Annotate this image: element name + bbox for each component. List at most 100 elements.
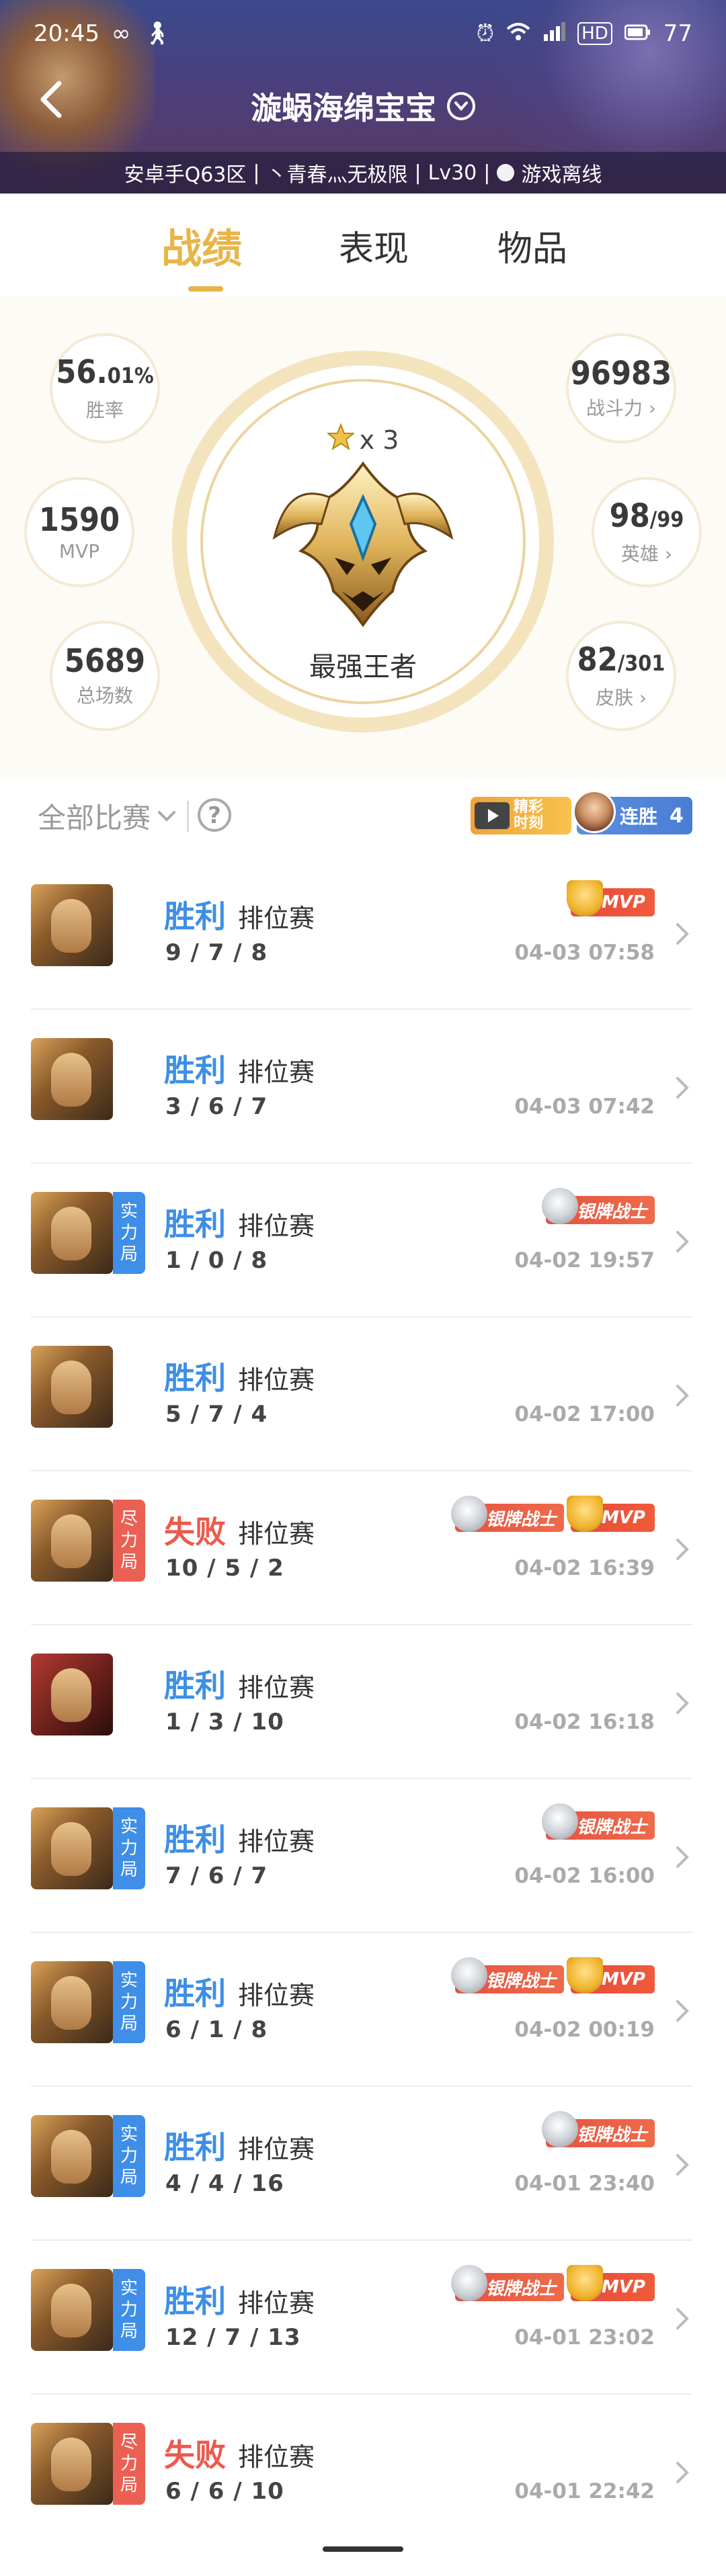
account-switcher[interactable]: 漩蜗海绵宝宝: [0, 79, 726, 133]
match-mode: 排位赛: [238, 2135, 315, 2164]
skins-stat[interactable]: 82/301 皮肤 ›: [566, 621, 676, 731]
tag-char: 局: [120, 1552, 138, 1572]
hero-face: [51, 2130, 91, 2184]
match-row[interactable]: 尽力局失败 排位赛 6 / 6 / 10 04-01 22:42: [31, 2395, 692, 2547]
separator: |: [483, 161, 491, 185]
hero-avatar: [31, 1038, 113, 1120]
match-time: 04-03 07:58: [514, 941, 655, 965]
match-badges: 银牌战士: [541, 1803, 655, 1840]
battery-level: 77: [663, 20, 692, 47]
match-quality-tag: 实力局: [113, 1192, 145, 1274]
match-result: 失败: [164, 2437, 226, 2473]
profile-header: 20:45 ∞ 🚶︎ ⏰︎ HD 77 漩蜗海绵宝宝 安卓手Q63区 | 丶青春…: [0, 0, 726, 194]
tab-record[interactable]: 战绩: [161, 216, 242, 275]
match-time: 04-02 16:18: [514, 1710, 655, 1734]
power-stat[interactable]: 96983 战斗力 ›: [566, 333, 676, 443]
hero-avatar: [31, 1961, 113, 2043]
tag-char: 力: [120, 1838, 138, 1858]
match-mode: 排位赛: [238, 1827, 315, 1856]
match-row[interactable]: 实力局胜利 排位赛 6 / 1 / 8 银牌战士 MVP 04-02 00:19: [31, 1933, 692, 2087]
chevron-right-icon: [676, 2154, 689, 2176]
match-time: 04-03 07:42: [514, 1094, 655, 1119]
match-row[interactable]: 实力局胜利 排位赛 12 / 7 / 13 银牌战士 MVP 04-01 23:02: [31, 2241, 692, 2395]
player-level: Lv30: [428, 161, 477, 185]
tag-char: 局: [120, 2014, 138, 2034]
chevron-down-icon: [158, 810, 176, 822]
tag-char: 实: [120, 2278, 138, 2299]
match-row[interactable]: 实力局胜利 排位赛 1 / 0 / 8 银牌战士 04-02 19:57: [31, 1164, 692, 1318]
hero-face: [51, 1361, 91, 1414]
tag-char: 力: [120, 2300, 138, 2320]
highlight-moments-button[interactable]: 精彩 时刻: [471, 797, 571, 834]
match-type-dropdown[interactable]: 全部比赛: [38, 796, 176, 836]
match-result: 胜利: [164, 1668, 226, 1704]
help-icon[interactable]: ?: [198, 798, 231, 832]
hero-avatar: [31, 1500, 113, 1582]
match-row[interactable]: 实力局胜利 排位赛 4 / 4 / 16 银牌战士 04-01 23:40: [31, 2087, 692, 2241]
offline-status-dot: [497, 164, 515, 181]
heroes-total: /99: [649, 506, 684, 532]
match-row[interactable]: 实力局胜利 排位赛 7 / 6 / 7 银牌战士 04-02 16:00: [31, 1779, 692, 1933]
match-kda: 1 / 0 / 8: [165, 1247, 268, 1274]
hero-avatar: [31, 2423, 113, 2505]
badge-label: 银牌战士: [576, 2124, 647, 2145]
match-mode: 排位赛: [238, 1365, 315, 1395]
heroes-stat[interactable]: 98/99 英雄 ›: [592, 477, 702, 587]
mvp-badge: MVP: [566, 1957, 655, 1993]
match-row[interactable]: 胜利 排位赛 9 / 7 / 8 MVP 04-03 07:58: [31, 856, 692, 1010]
match-kda: 6 / 6 / 10: [165, 2478, 284, 2505]
skins-value: 82: [577, 640, 618, 679]
status-time: 20:45: [34, 20, 99, 47]
badge-label: MVP: [601, 1508, 645, 1528]
trophy-icon: [566, 880, 603, 916]
battery-icon: [624, 20, 651, 47]
streak-hero-avatar: [573, 790, 616, 833]
infinity-icon: ∞: [111, 20, 131, 47]
tag-char: 局: [120, 2167, 138, 2188]
silver-medal-icon: [541, 1188, 578, 1224]
tag-char: 力: [120, 2146, 138, 2166]
match-result: 胜利: [164, 2283, 226, 2319]
tab-items[interactable]: 物品: [497, 220, 567, 271]
video-camera-icon: [475, 802, 510, 829]
alarm-icon: ⏰︎: [476, 20, 495, 47]
hero-face: [51, 1207, 91, 1260]
match-mode: 排位赛: [238, 2288, 315, 2318]
separator: |: [414, 161, 421, 185]
tag-char: 实: [120, 2124, 138, 2145]
tag-char: 实: [120, 1817, 138, 1837]
power-value: 96983: [570, 355, 672, 392]
match-history-list: 胜利 排位赛 9 / 7 / 8 MVP 04-03 07:58 胜利 排位赛 3 / 6 /…: [0, 856, 726, 2547]
match-time: 04-02 00:19: [514, 2018, 655, 2042]
silver-medal-icon: [450, 1957, 487, 1993]
win-rate-value: 56.: [56, 353, 108, 391]
tab-bar: 战绩 表现 物品: [0, 194, 726, 297]
tab-performance[interactable]: 表现: [339, 220, 409, 271]
hero-avatar: [31, 1807, 113, 1889]
active-tab-indicator: [188, 286, 223, 292]
total-games-stat: 5689 总场数: [50, 621, 160, 731]
hero-face: [51, 2284, 91, 2337]
star-icon: [325, 423, 356, 456]
badge-label: 银牌战士: [485, 1509, 556, 1530]
silver-warrior-badge: 银牌战士: [541, 2111, 655, 2147]
hero-face: [51, 1514, 91, 1568]
match-kda: 1 / 3 / 10: [165, 1709, 284, 1735]
match-quality-tag: 尽力局: [113, 2423, 145, 2505]
online-status: 游戏离线: [521, 163, 602, 187]
match-row[interactable]: 胜利 排位赛 1 / 3 / 10 04-02 16:18: [31, 1625, 692, 1779]
win-streak-button[interactable]: 连胜 4: [573, 790, 692, 834]
hero-face: [51, 1668, 91, 1722]
match-mode: 排位赛: [238, 1058, 315, 1087]
match-row[interactable]: 胜利 排位赛 3 / 6 / 7 04-03 07:42: [31, 1010, 692, 1164]
match-row[interactable]: 胜利 排位赛 5 / 7 / 4 04-02 17:00: [31, 1318, 692, 1471]
match-kda: 6 / 1 / 8: [165, 2016, 268, 2043]
hd-icon: HD: [577, 22, 612, 45]
match-filter-bar: 全部比赛 ? 精彩 时刻 连胜 4: [0, 779, 726, 847]
separator: |: [253, 161, 260, 185]
badge-label: 银牌战士: [576, 1817, 647, 1838]
server-name: 安卓手Q63区: [124, 163, 247, 187]
match-row[interactable]: 尽力局失败 排位赛 10 / 5 / 2 银牌战士 MVP 04-02 16:39: [31, 1471, 692, 1625]
highlight-moments-label: 精彩 时刻: [514, 800, 543, 832]
match-kda: 7 / 6 / 7: [165, 1862, 268, 1889]
